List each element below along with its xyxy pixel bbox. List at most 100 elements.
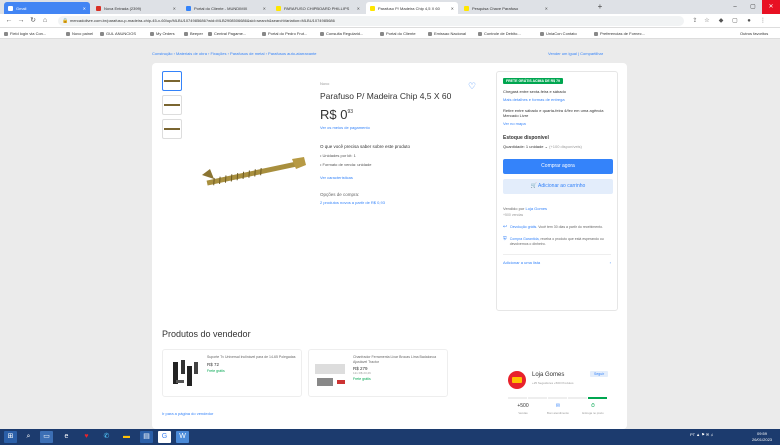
bookmark[interactable]: My Orders — [150, 30, 175, 37]
thumbnail[interactable] — [162, 119, 182, 139]
stock-status: Estoque disponível — [503, 134, 549, 141]
map-link[interactable]: Ver no mapa — [503, 121, 611, 126]
store-name[interactable]: Loja Gomes — [532, 372, 564, 378]
window-icon[interactable]: ▢ — [730, 16, 740, 26]
bookmark[interactable]: Emissao Nacional — [428, 30, 466, 37]
extensions-icon[interactable]: ◆ — [716, 16, 726, 26]
add-to-list[interactable]: Adicionar a uma lista › — [503, 260, 611, 265]
profile-icon[interactable]: ● — [744, 16, 754, 26]
tab-gmail[interactable]: Gmail ✕ — [4, 2, 90, 14]
feature-bullet: Formato de venda: unidade — [320, 162, 480, 167]
reputation-bar — [508, 397, 608, 399]
search-icon[interactable]: ⌕ — [22, 431, 35, 443]
start-icon[interactable]: ⊞ — [4, 431, 17, 443]
tab-portal[interactable]: Portal do Cliente - MUNDIMIX ✕ — [182, 2, 270, 14]
bookmark[interactable]: Novo painel — [66, 30, 93, 37]
menu-icon[interactable]: ⋮ — [758, 16, 768, 26]
new-tab-button[interactable]: + — [595, 2, 605, 12]
maximize-icon[interactable]: ▢ — [744, 0, 762, 14]
tab-current-product[interactable]: Parafuso P/ Madeira Chip 4,5 X 60 ✕ — [366, 2, 458, 14]
close-icon[interactable]: ✕ — [448, 6, 454, 11]
free-shipping-label: Frete grátis — [353, 377, 371, 381]
vendor-product-card[interactable]: Chanfrador Ferramenta Lixar Brocas Lima … — [308, 349, 448, 397]
share-icon[interactable]: ⇪ — [690, 16, 700, 26]
seller-line: Vendido por Loja Gomes — [503, 206, 611, 211]
guarantee-link[interactable]: Compra Garantida, — [510, 237, 540, 241]
word-icon[interactable]: W — [176, 431, 189, 443]
bookmark-icon — [320, 31, 324, 36]
return-link[interactable]: Devolução grátis. — [510, 225, 537, 229]
tab-inbox[interactable]: Nova Entrada (2399) ✕ — [92, 2, 180, 14]
home-icon[interactable]: ⌂ — [40, 16, 50, 26]
reputation-segment — [548, 397, 567, 399]
seller-link[interactable]: Loja Gomes — [525, 206, 547, 211]
antivirus-icon[interactable]: ♥ — [80, 431, 93, 443]
browser-tab-bar: Gmail ✕ Nova Entrada (2399) ✕ Portal do … — [0, 0, 780, 14]
vendor-product-card[interactable]: Suporte Tv Universal Inclinável para de … — [162, 349, 302, 397]
buy-now-button[interactable]: Comprar agora — [503, 158, 613, 174]
chamfer-tool-image — [315, 364, 345, 386]
thumbnail[interactable] — [162, 95, 182, 115]
bookmark[interactable]: Beeper — [184, 30, 203, 37]
screw-thumbnail-image — [164, 104, 180, 106]
bookmark[interactable]: UniaCon Contato — [540, 30, 577, 37]
bookmark[interactable]: Field login via Con... — [4, 30, 46, 37]
tab-pesquisa[interactable]: Pesquisa Chave Parafuso ✕ — [460, 2, 552, 14]
divider — [503, 254, 611, 255]
forward-icon[interactable]: → — [16, 16, 26, 26]
tab-parafuso-chipboard[interactable]: PARAFUSO CHIPBOARD PHILLIPS ✕ — [272, 2, 364, 14]
task-view-icon[interactable]: ▭ — [40, 431, 53, 443]
purchase-options-link[interactable]: 2 produtos novos a partir de R$ 0,93 — [320, 200, 480, 205]
bookmark[interactable]: Consulta Regularid... — [320, 30, 363, 37]
free-shipping-badge: FRETE GRÁTIS ACIMA DE R$ 79 — [503, 78, 563, 84]
chat-icon[interactable]: ✆ — [100, 431, 113, 443]
top-links[interactable]: Vender um igual | Compartilhar — [548, 51, 603, 56]
heart-icon[interactable]: ♡ — [468, 81, 476, 92]
back-icon[interactable]: ← — [4, 16, 14, 26]
follow-button[interactable]: Seguir — [590, 371, 609, 377]
store-stats: +500 Vendas ✉ Bom atendimento ⏱ Entrega no … — [508, 403, 608, 415]
bookmark[interactable]: Preferencias de Fornec... — [594, 30, 645, 37]
product-main-image[interactable] — [192, 123, 312, 203]
star-icon[interactable]: ☆ — [702, 16, 712, 26]
add-to-cart-button[interactable]: 🛒 Adicionar ao carrinho — [503, 178, 613, 194]
product-price: R$ 093 — [320, 107, 480, 122]
close-icon[interactable]: ✕ — [260, 6, 266, 11]
chrome-icon[interactable]: G — [158, 431, 171, 443]
address-bar[interactable]: 🔒 mercadolivre.com.br/parafuso-p-madeira… — [58, 16, 684, 26]
bookmark[interactable]: Portal do Pedro Frut... — [262, 30, 307, 37]
vendor-product-info: Suporte Tv Universal Inclinável para de … — [207, 355, 299, 373]
close-icon[interactable]: ✕ — [354, 6, 360, 11]
clock[interactable]: 09:59 26/01/2023 — [752, 431, 772, 442]
features-link[interactable]: Ver características — [320, 175, 480, 180]
edge-icon[interactable]: e — [60, 431, 73, 443]
delivery-details-link[interactable]: Mais detalhes e formas de entrega — [503, 97, 611, 102]
quantity-selector[interactable]: Quantidade: 1 unidade ⌄ (+100 disponívei… — [503, 144, 611, 149]
breadcrumb[interactable]: Construção › Materiais de obra › Fixaçõe… — [152, 51, 317, 56]
bookmark-icon — [150, 31, 154, 36]
free-shipping-label: Frete grátis — [207, 368, 225, 373]
product-info: Novo ♡ Parafuso P/ Madeira Chip 4,5 X 60… — [320, 81, 480, 205]
price-cents: 93 — [347, 109, 354, 115]
explorer-icon[interactable]: ▬ — [120, 431, 133, 443]
add-to-cart-label: Adicionar ao carrinho — [538, 182, 586, 189]
bookmark[interactable]: Portal do Cliente — [380, 30, 416, 37]
window-close-icon[interactable]: ✕ — [762, 0, 780, 14]
bookmark[interactable]: GUL ANUNCIOS — [100, 30, 136, 37]
thumbnail[interactable] — [162, 71, 182, 91]
minimize-icon[interactable]: – — [726, 0, 744, 14]
system-tray[interactable]: PT ▲ ⚑ ✉ ♫ — [690, 432, 713, 437]
close-icon[interactable]: ✕ — [170, 6, 176, 11]
bookmark[interactable]: Central Pagame... — [208, 30, 246, 37]
close-icon[interactable]: ✕ — [542, 6, 548, 11]
vendor-product-name: Suporte Tv Universal Inclinável para de … — [207, 355, 296, 359]
pickup-text: Retire entre sábado e quarta-feira 4/fev… — [503, 107, 604, 119]
other-bookmarks[interactable]: Outros favoritos — [740, 30, 768, 37]
vendor-page-link[interactable]: Ir para a página do vendedor — [162, 411, 213, 416]
store-app-icon[interactable]: ▤ — [140, 431, 153, 443]
payment-methods-link[interactable]: Ver os meios de pagamento — [320, 125, 480, 130]
close-icon[interactable]: ✕ — [80, 6, 86, 11]
bookmark[interactable]: Controle de Debito... — [478, 30, 521, 37]
mail-icon — [96, 5, 101, 11]
reload-icon[interactable]: ↻ — [28, 16, 38, 26]
